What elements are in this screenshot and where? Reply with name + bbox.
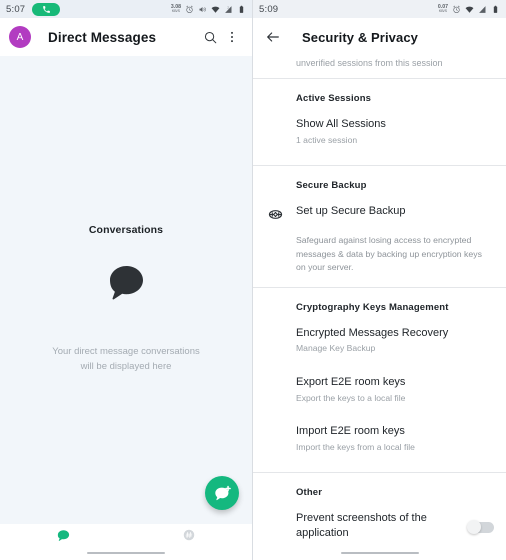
row-title: Import E2E room keys [296,425,405,438]
status-bar-right: 5:09 0.07 KB/S [253,0,506,18]
row-title: Show All Sessions [296,118,386,130]
page-title: Direct Messages [48,29,157,45]
conversations-empty-body: Conversations Your direct message conver… [0,56,252,524]
secure-backup-description: Safeguard against losing access to encry… [296,235,482,273]
section-header-cryptography-keys: Cryptography Keys Management [296,301,449,313]
clipped-description-text: unverified sessions from this session [296,58,443,68]
avatar[interactable]: A [9,26,31,48]
chat-bubble-icon [110,266,143,300]
new-chat-icon [214,485,231,500]
row-subtitle: 1 active session [296,134,358,145]
network-speed-indicator: 3.08 KB/S [171,4,181,14]
row-title: Set up Secure Backup [296,205,406,218]
section-header-secure-backup: Secure Backup [296,180,367,192]
back-button[interactable] [262,26,284,48]
search-button[interactable] [199,26,221,48]
signal-icon: 2 [225,5,232,13]
settings-scroll-area[interactable]: unverified sessions from this session Ac… [253,56,506,546]
setting-row-encrypted-messages-recovery[interactable]: Encrypted Messages Recovery Manage Key B… [253,319,506,364]
battery-icon [239,5,244,13]
row-title: Encrypted Messages Recovery [296,326,449,339]
setting-row-export-e2e-room-keys[interactable]: Export E2E room keys Export the keys to … [253,364,506,413]
network-speed-unit: KB/S [171,8,181,13]
direct-messages-appbar: A Direct Messages [0,18,252,56]
chat-bubble-icon [57,529,69,541]
gesture-pill[interactable] [87,551,165,555]
signal-icon [479,5,486,13]
empty-state-title: Conversations [88,224,164,236]
status-bar-time: 5:07 [6,3,26,15]
secure-backup-key-icon [267,206,284,223]
status-bar-icons-right: 0.07 KB/S [438,4,500,14]
setting-row-import-e2e-room-keys[interactable]: Import E2E room keys Import the keys fro… [253,413,506,462]
network-speed-indicator: 0.07 KB/S [438,4,448,14]
gesture-navigation-bar-left [0,546,252,560]
nav-tab-chats[interactable] [0,528,126,543]
setting-row-prevent-screenshots[interactable]: Prevent screenshots of the application E… [253,504,506,546]
more-vertical-icon [231,31,233,43]
security-privacy-screen: 5:09 0.07 KB/S Security & Privacy unveri… [253,0,506,560]
gesture-pill[interactable] [340,551,419,555]
avatar-initial: A [16,31,24,43]
secure-backup-key-icon-glyph [268,210,283,220]
row-title: Prevent screenshots of the application [296,512,427,540]
phone-call-icon [42,5,50,13]
empty-state-subtitle: Your direct message conversations will b… [52,346,200,372]
alarm-icon [186,5,193,13]
row-subtitle: Export the keys to a local file [296,392,406,403]
dual-screenshot-container: 5:07 3.08 KB/S 2 A Direct Messages Conve… [0,0,506,560]
direct-messages-screen: 5:07 3.08 KB/S 2 A Direct Messages Conve… [0,0,253,560]
overflow-menu-button[interactable] [221,26,243,48]
row-subtitle: Manage Key Backup [296,343,376,354]
row-subtitle: Import the keys from a local file [296,442,415,453]
alarm-icon [453,5,460,13]
search-icon [204,31,216,43]
row-title: Export E2E room keys [296,375,406,388]
status-bar-time: 5:09 [259,3,279,15]
setting-row-set-up-secure-backup[interactable]: Set up Secure Backup [253,197,506,228]
wifi-icon [211,6,220,13]
gesture-navigation-bar-right [253,546,506,560]
hash-icon [183,529,195,541]
volume-icon [199,6,206,12]
ongoing-call-pill[interactable] [32,2,61,16]
network-speed-unit: KB/S [438,8,448,13]
nav-tab-rooms[interactable] [126,528,252,542]
setting-row-show-all-sessions[interactable]: Show All Sessions 1 active session [253,110,506,155]
status-bar-icons-left: 3.08 KB/S 2 [171,4,246,14]
security-privacy-appbar: Security & Privacy [253,18,506,56]
empty-state-illustration [102,262,150,315]
page-title: Security & Privacy [302,29,418,45]
battery-icon [493,5,498,13]
toggle-prevent-screenshots[interactable] [467,520,494,535]
empty-state: Conversations Your direct message conver… [0,224,252,374]
new-conversation-fab[interactable] [205,476,239,510]
status-bar-left: 5:07 3.08 KB/S 2 [0,0,252,18]
section-header-active-sessions: Active Sessions [296,93,372,104]
toggle-knob [467,520,481,535]
back-arrow-icon [267,32,279,42]
section-header-other: Other [296,487,323,499]
bottom-navigation [0,524,252,546]
wifi-icon [465,6,474,13]
